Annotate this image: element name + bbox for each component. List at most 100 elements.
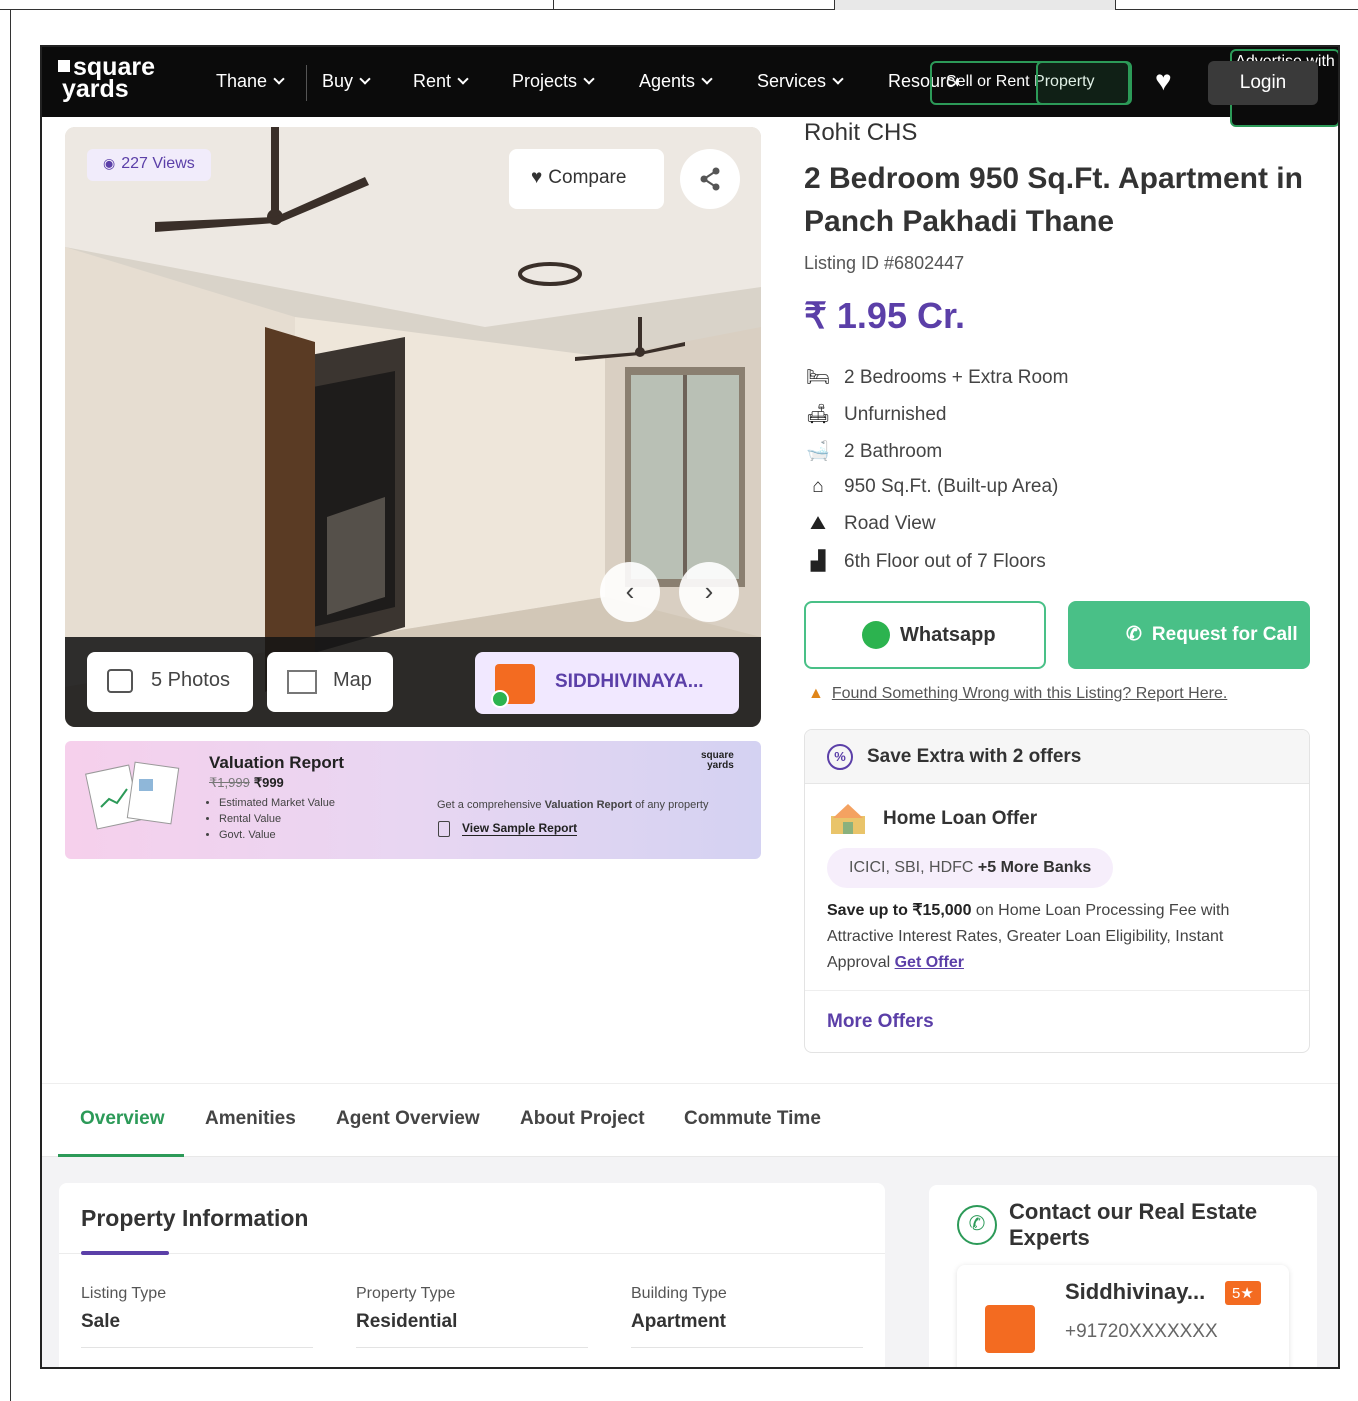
info-value-building-type: Apartment (631, 1311, 727, 1332)
valuation-price: ₹1,999 ₹999 (209, 775, 284, 790)
top-strip-cell (1115, 0, 1358, 10)
top-strip-cell (834, 0, 1115, 10)
report-illustration-icon (85, 761, 180, 830)
nav-agents[interactable]: Agents (639, 71, 713, 92)
info-value-property-type: Residential (356, 1311, 458, 1332)
top-strip-cell (553, 0, 834, 10)
agent-name[interactable]: Siddhivinay... (1065, 1279, 1205, 1305)
feature-floor: ▟ 6th Floor out of 7 Floors (804, 550, 1046, 573)
eye-icon: ◉ (103, 155, 116, 171)
feature-bathrooms: 🛁 2 Bathroom (804, 439, 942, 463)
info-label-property-type: Property Type (356, 1285, 456, 1302)
info-label-listing-type: Listing Type (81, 1285, 167, 1302)
whatsapp-button[interactable]: Whatsapp (804, 601, 1046, 669)
feature-area: ⌂ 950 Sq.Ft. (Built-up Area) (804, 476, 1058, 498)
info-label-building-type: Building Type (631, 1285, 727, 1302)
valuation-bullets: Estimated Market Value Rental Value Govt… (209, 795, 335, 843)
report-listing-link[interactable]: ▲ Found Something Wrong with this Listing… (808, 685, 1227, 703)
property-photo-gallery[interactable]: ◉ 227 Views ♥ Compare ‹ › 5 Photos Map S… (65, 127, 761, 727)
chevron-down-icon (701, 73, 713, 85)
compare-button[interactable]: ♥ Compare (509, 149, 664, 209)
tab-amenities[interactable]: Amenities (205, 1108, 296, 1130)
chevron-left-icon: ‹ (625, 576, 635, 606)
feature-bedrooms: 🛏 2 Bedrooms + Extra Room (805, 367, 1069, 388)
phone-icon: ✆ (1126, 624, 1142, 645)
chevron-down-icon (457, 73, 469, 85)
feature-view: ⛰ Road View (804, 513, 936, 535)
heart-icon: ♥ (531, 167, 543, 188)
property-information-card: Property Information Listing Type Sale P… (59, 1183, 885, 1367)
whatsapp-icon (862, 621, 890, 649)
tab-about-project[interactable]: About Project (520, 1108, 645, 1130)
request-call-button[interactable]: ✆ Request for Call (1068, 601, 1310, 669)
view-sample-report-link[interactable]: View Sample Report (462, 821, 578, 836)
document-icon (438, 821, 450, 837)
chevron-down-icon (359, 73, 371, 85)
info-value-listing-type: Sale (81, 1311, 121, 1332)
bathtub-icon: 🛁 (806, 441, 830, 462)
share-button[interactable] (680, 149, 740, 209)
chevron-down-icon (832, 73, 844, 85)
section-divider (59, 1253, 885, 1254)
nav-rent[interactable]: Rent (413, 71, 469, 92)
project-name[interactable]: Rohit CHS (804, 119, 917, 147)
agent-logo (985, 1305, 1035, 1353)
listing-title: 2 Bedroom 950 Sq.Ft. Apartment in Panch … (804, 162, 1303, 238)
page-top-strip (0, 0, 1358, 10)
property-intelligence-button[interactable] (1036, 61, 1132, 105)
valuation-description: Get a comprehensive Valuation Report of … (437, 799, 709, 811)
nav-buy[interactable]: Buy (322, 71, 371, 92)
nav-projects[interactable]: Projects (512, 71, 595, 92)
nav-services[interactable]: Services (757, 71, 844, 92)
valuation-report-banner[interactable]: Valuation Report ₹1,999₹999 Estimated Ma… (65, 741, 761, 859)
warning-icon: ▲ (808, 685, 824, 702)
more-offers-link[interactable]: More Offers (805, 990, 1309, 1052)
map-icon (287, 670, 317, 694)
home-icon: ⌂ (812, 476, 824, 497)
site-logo[interactable]: square yards (58, 55, 155, 102)
road-icon: ⛰ (810, 513, 826, 534)
property-information-title: Property Information (81, 1205, 309, 1231)
valuation-logo: square yards (701, 750, 734, 771)
share-icon (700, 167, 720, 191)
get-offer-link[interactable]: Get Offer (895, 954, 964, 971)
home-loan-description: Save up to ₹15,000 on Home Loan Processi… (827, 902, 1230, 971)
agent-card[interactable]: Siddhivinay... 5★ +91720XXXXXXX (957, 1265, 1289, 1367)
gallery-next-button[interactable]: › (679, 562, 739, 622)
photos-button[interactable]: 5 Photos (87, 652, 253, 712)
gallery-prev-button[interactable]: ‹ (600, 562, 660, 622)
agent-phone: +91720XXXXXXX (1065, 1321, 1218, 1342)
chevron-down-icon (583, 73, 595, 85)
banks-pill[interactable]: ICICI, SBI, HDFC +5 More Banks (827, 848, 1114, 888)
photo-icon (107, 669, 133, 693)
contact-experts-card: ✆ Contact our Real Estate Experts Siddhi… (929, 1185, 1317, 1367)
valuation-title: Valuation Report (209, 753, 345, 772)
chevron-right-icon: › (704, 576, 714, 606)
top-navbar: square yards Thane Buy Rent Projects Age… (42, 47, 1338, 127)
map-button[interactable]: Map (267, 652, 393, 712)
info-divider (631, 1347, 863, 1348)
tab-commute-time[interactable]: Commute Time (684, 1108, 821, 1130)
agent-tile-button[interactable]: SIDDHIVINAYA... (475, 652, 739, 714)
listing-id: Listing ID #6802447 (804, 253, 965, 273)
sofa-icon: 🛋 (805, 404, 831, 425)
phone-icon: ✆ (957, 1205, 997, 1245)
section-tabs: Overview Amenities Agent Overview About … (42, 1083, 1338, 1157)
views-count-badge: ◉ 227 Views (87, 149, 211, 181)
page-left-border (10, 10, 11, 1401)
chevron-down-icon (273, 73, 285, 85)
rating-badge: 5★ (1225, 1281, 1261, 1305)
nav-divider (306, 65, 307, 101)
nav-city-thane[interactable]: Thane (216, 71, 285, 92)
feature-furnishing: 🛋 Unfurnished (805, 404, 947, 425)
home-loan-icon (831, 804, 865, 834)
tab-overview[interactable]: Overview (80, 1108, 165, 1130)
heart-icon[interactable]: ♥ (1155, 67, 1183, 95)
percent-badge-icon: % (827, 744, 853, 770)
bed-icon: 🛏 (805, 367, 831, 388)
login-button[interactable]: Login (1208, 61, 1318, 105)
info-divider (81, 1347, 313, 1348)
browser-viewport: square yards Thane Buy Rent Projects Age… (40, 45, 1340, 1369)
tab-agent-overview[interactable]: Agent Overview (336, 1108, 480, 1130)
info-divider (356, 1347, 588, 1348)
